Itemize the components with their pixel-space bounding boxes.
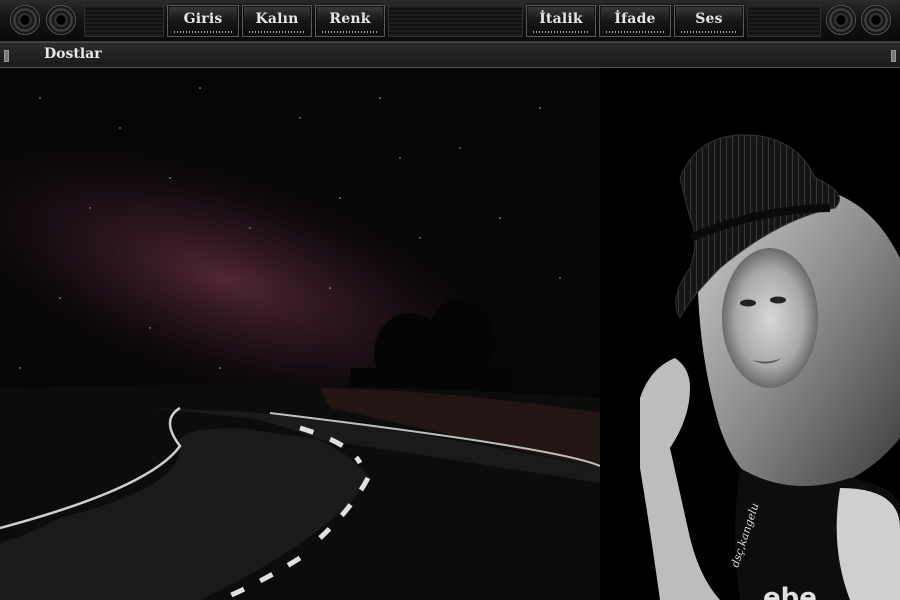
emoticon-button[interactable]: İfade <box>599 5 671 37</box>
toolbar-divider <box>388 5 523 37</box>
background-image: ebe dsç,kangelu <box>0 68 900 600</box>
speaker-icon <box>46 5 76 35</box>
friends-bar: Dostlar <box>0 42 900 68</box>
chat-area: ebe dsç,kangelu <box>0 68 900 600</box>
left-handle[interactable] <box>4 50 9 62</box>
bold-button-label: Kalın <box>255 11 299 27</box>
toolbar-divider <box>84 5 164 37</box>
italic-button-label: İtalik <box>539 11 583 27</box>
speaker-icon <box>826 5 856 35</box>
color-button-label: Renk <box>329 11 371 27</box>
speaker-icon <box>10 5 40 35</box>
giris-button-label: Giris <box>183 11 223 27</box>
right-handle[interactable] <box>891 50 896 62</box>
sound-button[interactable]: Ses <box>674 5 744 37</box>
sound-button-label: Ses <box>695 11 723 27</box>
italic-button[interactable]: İtalik <box>526 5 596 37</box>
shirt-text: ebe <box>763 583 817 600</box>
color-button[interactable]: Renk <box>315 5 385 37</box>
bold-button[interactable]: Kalın <box>242 5 312 37</box>
toolbar-divider <box>747 5 821 37</box>
speaker-icon <box>861 5 891 35</box>
friends-title: Dostlar <box>44 46 102 62</box>
top-toolbar: Giris Kalın Renk İtalik İfade Ses <box>0 0 900 42</box>
emoticon-button-label: İfade <box>614 11 656 27</box>
giris-button[interactable]: Giris <box>167 5 239 37</box>
